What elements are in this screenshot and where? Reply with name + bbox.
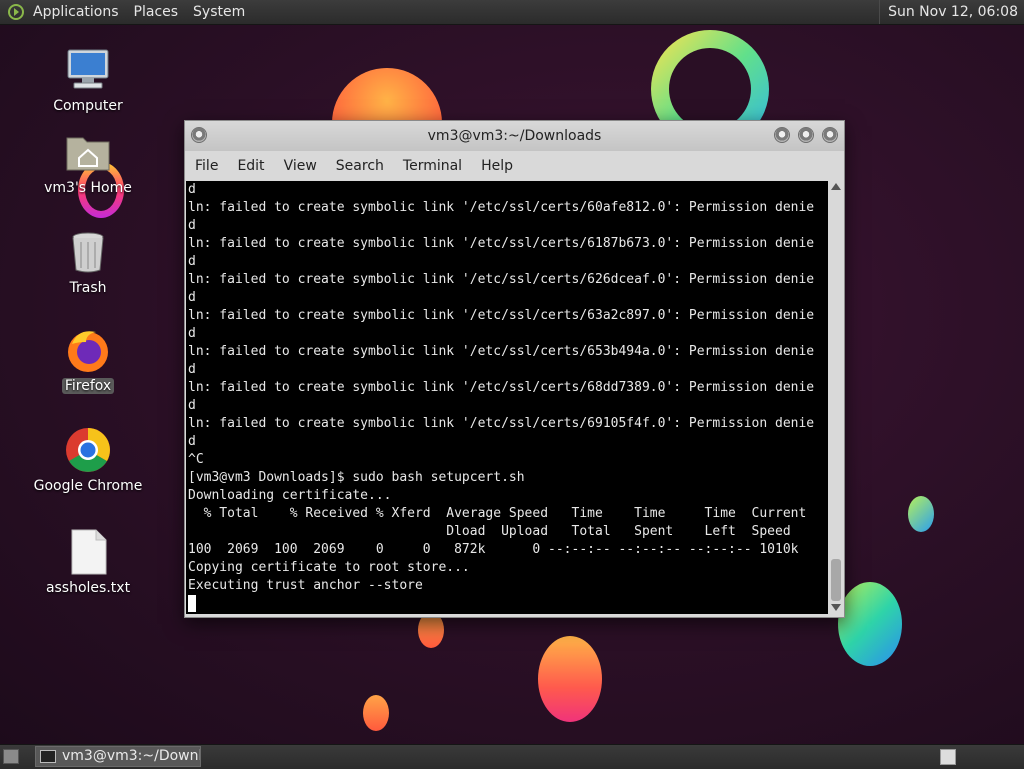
desktop-icon-label: vm3's Home <box>44 180 132 196</box>
clock[interactable]: Sun Nov 12, 06:08 <box>879 0 1024 24</box>
terminal-line: ln: failed to create symbolic link '/etc… <box>188 200 815 215</box>
terminal-line: d <box>188 362 196 377</box>
terminal-line: ln: failed to create symbolic link '/etc… <box>188 380 815 395</box>
terminal-line: d <box>188 218 196 233</box>
terminal-line: ln: failed to create symbolic link '/etc… <box>188 416 815 431</box>
terminal-line: ln: failed to create symbolic link '/etc… <box>188 308 815 323</box>
top-panel-menu: Applications Places System <box>0 4 260 20</box>
maximize-button[interactable] <box>798 127 814 143</box>
menu-edit[interactable]: Edit <box>227 158 273 174</box>
terminal-prompt-line <box>186 595 828 613</box>
minimize-button[interactable] <box>774 127 790 143</box>
desktop-icon-label: Firefox <box>61 378 115 394</box>
terminal-line: ln: failed to create symbolic link '/etc… <box>188 344 815 359</box>
computer-icon <box>64 46 112 94</box>
menu-terminal[interactable]: Terminal <box>393 158 471 174</box>
workspace-switcher[interactable] <box>940 749 956 765</box>
terminal-line: d <box>188 326 196 341</box>
show-desktop-button[interactable] <box>3 749 19 764</box>
orange-oval-decoration <box>538 636 602 722</box>
window-titlebar[interactable]: vm3@vm3:~/Downloads <box>185 121 844 151</box>
desktop-icon-home[interactable]: vm3's Home <box>28 128 148 196</box>
chrome-icon <box>64 426 112 474</box>
terminal-line: d <box>188 398 196 413</box>
scroll-up-icon[interactable] <box>831 183 841 190</box>
firefox-icon <box>64 326 112 374</box>
terminal-line: [vm3@vm3 Downloads]$ sudo bash setupcert… <box>188 470 525 485</box>
window-menu-button[interactable] <box>191 127 207 143</box>
desktop-icon-trash[interactable]: Trash <box>28 228 148 296</box>
terminal-line: d <box>188 290 196 305</box>
terminal-line: d <box>188 254 196 269</box>
terminal-line: 100 2069 100 2069 0 0 872k 0 --:--:-- --… <box>188 542 799 557</box>
applications-menu[interactable]: Applications <box>33 4 119 20</box>
menu-help[interactable]: Help <box>471 158 522 174</box>
terminal-window: vm3@vm3:~/Downloads File Edit View Searc… <box>184 120 845 618</box>
bottom-panel: vm3@vm3:~/Downl... <box>0 744 1024 769</box>
terminal-scrollbar[interactable] <box>829 181 843 614</box>
terminal-line: ln: failed to create symbolic link '/etc… <box>188 272 815 287</box>
terminal-line: % Total % Received % Xferd Average Speed… <box>188 506 807 521</box>
terminal-line: Downloading certificate... <box>188 488 392 503</box>
desktop-icon-chrome[interactable]: Google Chrome <box>28 426 148 494</box>
desktop-icon-text-file[interactable]: assholes.txt <box>28 528 148 596</box>
menu-file[interactable]: File <box>185 158 227 174</box>
desktop-icon-label: Computer <box>53 98 123 114</box>
desktop-icon-label: assholes.txt <box>45 580 131 596</box>
terminal-line: ln: failed to create symbolic link '/etc… <box>188 236 815 251</box>
menu-search[interactable]: Search <box>326 158 393 174</box>
distro-logo-icon[interactable] <box>8 4 24 20</box>
terminal-output[interactable]: d ln: failed to create symbolic link '/e… <box>186 181 828 614</box>
terminal-line: Dload Upload Total Spent Left Speed <box>188 524 791 539</box>
taskbar-item-label: vm3@vm3:~/Downl... <box>62 748 201 764</box>
menu-view[interactable]: View <box>274 158 326 174</box>
terminal-menubar: File Edit View Search Terminal Help <box>185 151 844 180</box>
desktop-icon-computer[interactable]: Computer <box>28 46 148 114</box>
green-blue-oval-decoration <box>838 582 902 666</box>
terminal-line: d <box>188 182 196 197</box>
desktop-icon-firefox[interactable]: Firefox <box>28 326 148 394</box>
home-folder-icon <box>64 128 112 176</box>
system-menu[interactable]: System <box>193 4 245 20</box>
desktop-icon-label: Trash <box>69 280 107 296</box>
window-title: vm3@vm3:~/Downloads <box>427 128 602 144</box>
taskbar-item-terminal[interactable]: vm3@vm3:~/Downl... <box>35 746 201 767</box>
scroll-down-icon[interactable] <box>831 604 841 611</box>
desktop-icon-label: Google Chrome <box>33 478 143 494</box>
tiny-orange-oval-decoration <box>363 695 389 731</box>
terminal-cursor <box>188 595 196 612</box>
scrollbar-thumb[interactable] <box>831 559 841 601</box>
text-file-icon <box>64 528 112 576</box>
terminal-line: Executing trust anchor --store <box>188 578 423 593</box>
terminal-icon <box>40 750 56 763</box>
close-button[interactable] <box>822 127 838 143</box>
terminal-line: ^C <box>188 452 204 467</box>
small-oval-decoration <box>908 496 934 532</box>
top-panel: Applications Places System Sun Nov 12, 0… <box>0 0 1024 25</box>
terminal-line: d <box>188 434 196 449</box>
places-menu[interactable]: Places <box>134 4 179 20</box>
trash-icon <box>64 228 112 276</box>
terminal-line: Copying certificate to root store... <box>188 560 470 575</box>
